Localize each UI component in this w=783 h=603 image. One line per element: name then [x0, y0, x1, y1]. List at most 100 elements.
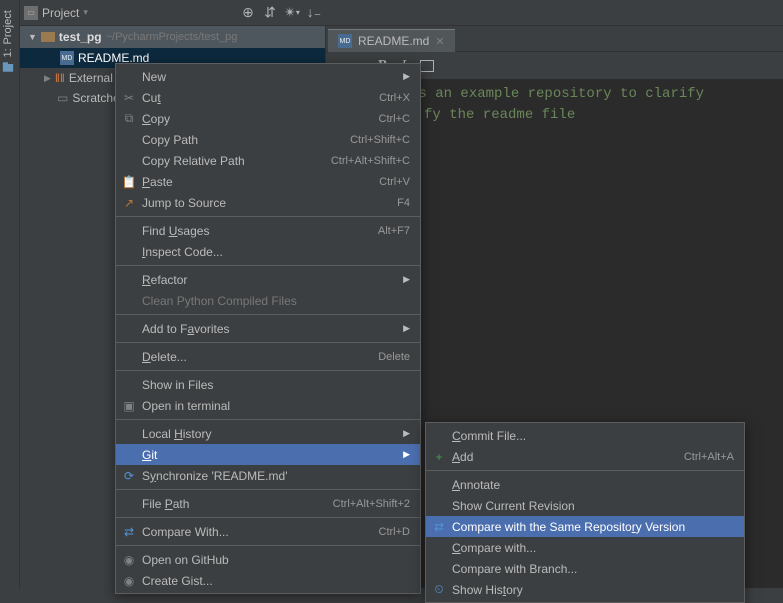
menu-item-icon: [120, 132, 138, 148]
menu-separator: [116, 545, 420, 546]
menu-item-shortcut: Ctrl+Alt+Shift+C: [331, 155, 410, 167]
editor-tab-readme[interactable]: MD README.md ✕: [328, 29, 455, 52]
chevron-right-icon: ▶: [403, 323, 410, 334]
menu-item-label: Inspect Code...: [138, 245, 410, 259]
menu-item-icon: [120, 272, 138, 288]
menu-item-label: Cut: [138, 91, 379, 105]
menu-item-icon: 📋: [120, 174, 138, 190]
tree-root[interactable]: ▼ test_pg ~/PycharmProjects/test_pg: [20, 26, 325, 48]
menu-separator: [116, 342, 420, 343]
ctx-item-2[interactable]: ⧉CopyCtrl+C: [116, 108, 420, 129]
project-tool-tab[interactable]: 1: Project: [0, 0, 16, 83]
ctx-item-25[interactable]: File PathCtrl+Alt+Shift+2: [116, 493, 420, 514]
ctx-item-9[interactable]: Inspect Code...: [116, 241, 420, 262]
menu-item-label: New: [138, 70, 403, 84]
ctx-item-6[interactable]: ↗Jump to SourceF4: [116, 192, 420, 213]
menu-separator: [116, 517, 420, 518]
menu-item-icon: ⟳: [120, 468, 138, 484]
menu-item-icon: ◉: [120, 552, 138, 568]
menu-item-label: Compare with...: [448, 541, 734, 555]
menu-item-icon: [430, 477, 448, 493]
ctx-item-21[interactable]: Local History▶: [116, 423, 420, 444]
menu-separator: [116, 419, 420, 420]
ctx-item-14[interactable]: Add to Favorites▶: [116, 318, 420, 339]
ctx-item-29[interactable]: ◉Open on GitHub: [116, 549, 420, 570]
menu-item-shortcut: F4: [397, 197, 410, 209]
ctx-item-16[interactable]: Delete...Delete: [116, 346, 420, 367]
git-item-1[interactable]: +AddCtrl+Alt+A: [426, 446, 744, 467]
menu-item-shortcut: Ctrl+X: [379, 92, 410, 104]
menu-item-icon: [120, 293, 138, 309]
menu-item-label: Find Usages: [138, 224, 378, 238]
menu-item-icon: [430, 428, 448, 444]
ctx-item-0[interactable]: New▶: [116, 66, 420, 87]
close-icon[interactable]: ✕: [435, 35, 444, 48]
menu-item-icon: [120, 447, 138, 463]
menu-item-icon: ⏲: [430, 582, 448, 598]
menu-separator: [116, 370, 420, 371]
ctx-item-19[interactable]: ▣Open in terminal: [116, 395, 420, 416]
git-item-3[interactable]: Annotate: [426, 474, 744, 495]
git-item-6[interactable]: Compare with...: [426, 537, 744, 558]
git-submenu[interactable]: Commit File...+AddCtrl+Alt+AAnnotateShow…: [425, 422, 745, 603]
git-item-0[interactable]: Commit File...: [426, 425, 744, 446]
menu-item-label: Create Gist...: [138, 574, 410, 588]
menu-item-shortcut: Ctrl+V: [379, 176, 410, 188]
git-item-8[interactable]: ⏲Show History: [426, 579, 744, 600]
menu-separator: [116, 314, 420, 315]
menu-item-label: Add to Favorites: [138, 322, 403, 336]
menu-item-label: Delete...: [138, 350, 378, 364]
menu-item-shortcut: Ctrl+D: [379, 526, 410, 538]
menu-item-label: Synchronize 'README.md': [138, 469, 410, 483]
project-icon: ▭: [24, 6, 38, 20]
hide-icon[interactable]: ↓₋: [306, 5, 322, 21]
ctx-item-11[interactable]: Refactor▶: [116, 269, 420, 290]
menu-item-icon: [120, 69, 138, 85]
menu-item-label: Clean Python Compiled Files: [138, 294, 410, 308]
menu-item-icon: [430, 540, 448, 556]
menu-item-shortcut: Ctrl+Alt+A: [684, 451, 734, 463]
ctx-item-8[interactable]: Find UsagesAlt+F7: [116, 220, 420, 241]
ctx-item-23[interactable]: ⟳Synchronize 'README.md': [116, 465, 420, 486]
settings-icon[interactable]: ✴▾: [284, 5, 300, 21]
ctx-item-4[interactable]: Copy Relative PathCtrl+Alt+Shift+C: [116, 150, 420, 171]
menu-item-shortcut: Ctrl+Alt+Shift+2: [333, 498, 410, 510]
menu-item-icon: +: [430, 449, 448, 465]
project-view-selector[interactable]: ▭ Project ▾: [24, 6, 88, 20]
menu-item-label: Show Current Revision: [448, 499, 734, 513]
ctx-item-27[interactable]: ⇄Compare With...Ctrl+D: [116, 521, 420, 542]
git-item-7[interactable]: Compare with Branch...: [426, 558, 744, 579]
collapse-icon[interactable]: ⇵: [262, 5, 278, 21]
menu-item-label: Compare with the Same Repository Version: [448, 520, 734, 534]
scratches-icon: ▭: [57, 91, 68, 105]
git-item-5[interactable]: ⇄Compare with the Same Repository Versio…: [426, 516, 744, 537]
chevron-right-icon: ▶: [403, 428, 410, 439]
menu-item-shortcut: Delete: [378, 351, 410, 363]
menu-separator: [116, 489, 420, 490]
menu-item-icon: [430, 561, 448, 577]
menu-item-label: Compare with Branch...: [448, 562, 734, 576]
ctx-item-18[interactable]: Show in Files: [116, 374, 420, 395]
menu-item-label: Annotate: [448, 478, 734, 492]
menu-item-icon: [120, 496, 138, 512]
menu-separator: [426, 470, 744, 471]
menu-item-label: Compare With...: [138, 525, 379, 539]
menu-separator: [116, 216, 420, 217]
context-menu[interactable]: New▶✂CutCtrl+X⧉CopyCtrl+CCopy PathCtrl+S…: [115, 63, 421, 594]
ctx-item-1[interactable]: ✂CutCtrl+X: [116, 87, 420, 108]
menu-item-icon: ↗: [120, 195, 138, 211]
git-item-4[interactable]: Show Current Revision: [426, 495, 744, 516]
code-block-button[interactable]: [420, 60, 434, 72]
ctx-item-5[interactable]: 📋PasteCtrl+V: [116, 171, 420, 192]
menu-item-label: Show History: [448, 583, 734, 597]
chevron-right-icon: ▶: [403, 274, 410, 285]
locate-icon[interactable]: ⊕: [240, 5, 256, 21]
menu-item-shortcut: Ctrl+C: [379, 113, 410, 125]
ctx-item-3[interactable]: Copy PathCtrl+Shift+C: [116, 129, 420, 150]
ctx-item-22[interactable]: Git▶: [116, 444, 420, 465]
menu-item-icon: ✂: [120, 90, 138, 106]
menu-item-label: Open in terminal: [138, 399, 410, 413]
menu-item-icon: [120, 223, 138, 239]
menu-item-label: Add: [448, 450, 684, 464]
chevron-right-icon: ▶: [403, 449, 410, 460]
